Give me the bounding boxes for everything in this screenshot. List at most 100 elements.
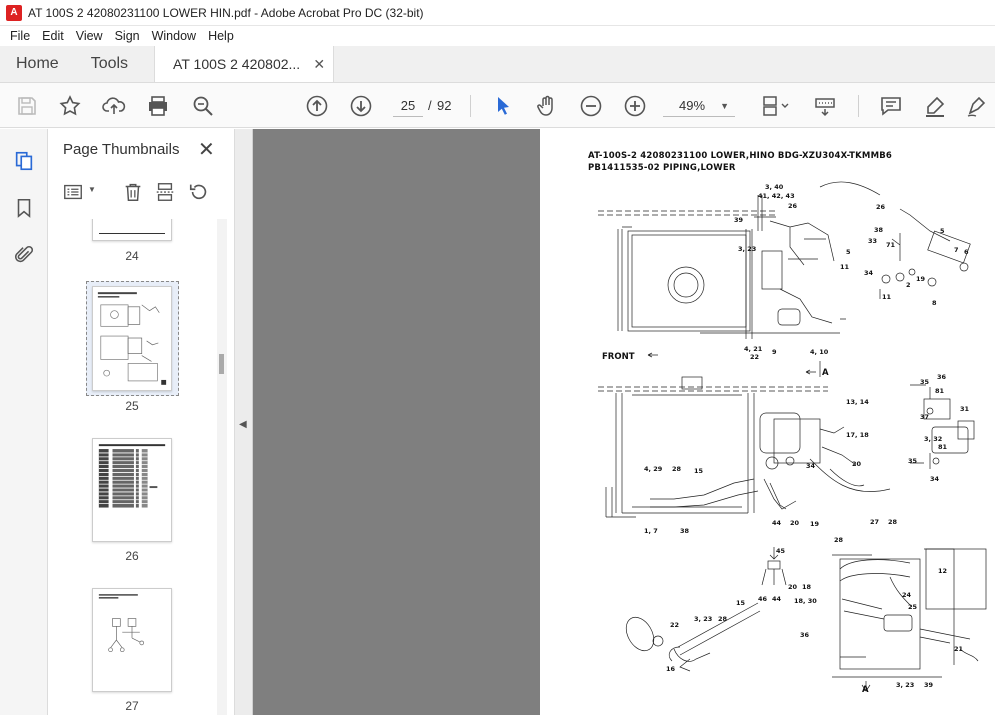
toolbar: 25 / 92 49% ▼: [0, 83, 995, 128]
svg-text:2: 2: [906, 281, 911, 289]
svg-text:19: 19: [916, 275, 926, 283]
menu-edit[interactable]: Edit: [36, 29, 70, 43]
thumbnail-page[interactable]: [92, 588, 172, 692]
sign-pen-icon[interactable]: [964, 93, 990, 119]
svg-text:28: 28: [672, 465, 682, 473]
svg-text:7: 7: [954, 246, 959, 254]
tab-document[interactable]: AT 100S 2 420802... ✕: [154, 46, 335, 82]
options-dropdown-icon[interactable]: ▼: [88, 185, 96, 194]
thumbnail-label: 25: [125, 399, 139, 413]
svg-text:39: 39: [734, 216, 744, 224]
callout-labels: 3, 40 41, 42, 43 26 39 5 3, 23 11 9 4, 2…: [602, 183, 970, 695]
chevron-down-icon: ▼: [720, 100, 729, 111]
svg-text:44: 44: [772, 519, 782, 527]
toolbar-divider: [470, 95, 471, 117]
print-icon[interactable]: [145, 93, 171, 119]
next-page-icon[interactable]: [348, 93, 374, 119]
menu-bar: File Edit View Sign Window Help: [0, 26, 995, 46]
thumbnail-label: 27: [125, 699, 139, 713]
thumbnail-page[interactable]: [92, 219, 172, 241]
zoom-search-icon[interactable]: [190, 93, 216, 119]
close-panel-icon[interactable]: ✕: [198, 137, 215, 162]
page-thumbnails-icon[interactable]: [12, 149, 36, 173]
thumbnail-page-selected[interactable]: [92, 286, 172, 391]
menu-help[interactable]: Help: [202, 29, 240, 43]
bookmarks-icon[interactable]: [12, 196, 36, 220]
rotate-page-icon[interactable]: [186, 179, 212, 205]
collapse-panel-icon[interactable]: ◀: [239, 419, 247, 430]
total-pages: 92: [437, 98, 452, 113]
thumbnail-label: 24: [125, 249, 139, 263]
page-number-input[interactable]: 25: [393, 95, 423, 117]
svg-text:3, 23: 3, 23: [896, 681, 914, 689]
delete-pages-icon[interactable]: [120, 179, 146, 205]
section-a-label-bottom: A: [862, 685, 869, 695]
svg-text:26: 26: [788, 202, 798, 210]
svg-text:3, 32: 3, 32: [924, 435, 942, 443]
attachments-icon[interactable]: [12, 243, 36, 267]
menu-window[interactable]: Window: [146, 29, 202, 43]
menu-file[interactable]: File: [4, 29, 36, 43]
svg-text:8: 8: [932, 299, 937, 307]
thumbnail-options-icon[interactable]: [60, 179, 86, 205]
document-page: AT-100S-2 42080231100 LOWER,HINO BDG-XZU…: [540, 129, 995, 715]
svg-text:28: 28: [888, 518, 898, 526]
page-separator: /: [428, 98, 432, 113]
svg-text:81: 81: [938, 443, 948, 451]
menu-view[interactable]: View: [70, 29, 109, 43]
svg-text:25: 25: [908, 603, 918, 611]
page-display-icon[interactable]: [758, 93, 794, 119]
tab-home[interactable]: Home: [0, 46, 75, 82]
svg-text:4, 21: 4, 21: [744, 345, 763, 353]
svg-text:4, 10: 4, 10: [810, 348, 829, 356]
comment-icon[interactable]: [878, 93, 904, 119]
toolbar-divider: [858, 95, 859, 117]
bookmark-star-icon[interactable]: [57, 93, 83, 119]
svg-text:3, 23: 3, 23: [738, 245, 756, 253]
svg-text:20: 20: [852, 460, 862, 468]
svg-text:21: 21: [954, 645, 964, 653]
window-title: AT 100S 2 42080231100 LOWER HIN.pdf - Ad…: [28, 5, 424, 20]
svg-text:5: 5: [940, 227, 945, 235]
svg-text:13, 14: 13, 14: [846, 398, 869, 406]
svg-text:26: 26: [876, 203, 886, 211]
zoom-out-icon[interactable]: [578, 93, 604, 119]
svg-text:27: 27: [870, 518, 879, 526]
svg-text:4, 29: 4, 29: [644, 465, 663, 473]
svg-text:17, 18: 17, 18: [846, 431, 869, 439]
highlight-pen-icon[interactable]: [922, 93, 948, 119]
panel-splitter[interactable]: ◀: [235, 129, 253, 715]
svg-text:71: 71: [886, 241, 896, 249]
close-tab-icon[interactable]: ✕: [313, 56, 325, 73]
keyboard-read-icon[interactable]: [812, 93, 838, 119]
tab-tools[interactable]: Tools: [75, 46, 144, 82]
svg-text:5: 5: [846, 248, 851, 256]
scrollbar-thumb[interactable]: [219, 354, 224, 374]
thumbnail-page[interactable]: [92, 438, 172, 542]
svg-text:22: 22: [750, 353, 759, 361]
tab-document-label: AT 100S 2 420802...: [173, 56, 301, 72]
zoom-level-select[interactable]: 49% ▼: [663, 95, 735, 117]
svg-text:81: 81: [935, 387, 945, 395]
previous-page-icon[interactable]: [304, 93, 330, 119]
svg-text:11: 11: [882, 293, 892, 301]
thumbnail-label: 26: [125, 549, 139, 563]
document-viewport[interactable]: AT-100S-2 42080231100 LOWER,HINO BDG-XZU…: [253, 129, 995, 715]
insert-pages-icon[interactable]: [152, 179, 178, 205]
svg-text:15: 15: [736, 599, 746, 607]
menu-sign[interactable]: Sign: [109, 29, 146, 43]
hand-tool-icon[interactable]: [534, 93, 560, 119]
save-icon[interactable]: [14, 93, 40, 119]
svg-text:34: 34: [864, 269, 874, 277]
svg-text:22: 22: [670, 621, 679, 629]
svg-text:1, 7: 1, 7: [644, 527, 658, 535]
svg-text:34: 34: [930, 475, 940, 483]
select-cursor-icon[interactable]: [490, 93, 516, 119]
zoom-in-icon[interactable]: [622, 93, 648, 119]
thumbnail-scrollbar[interactable]: [217, 219, 227, 715]
svg-text:33: 33: [868, 237, 877, 245]
share-upload-icon[interactable]: [101, 93, 127, 119]
svg-text:44: 44: [772, 595, 782, 603]
thumbnail-list: 24 25 26 27: [48, 219, 216, 715]
svg-text:20: 20: [788, 583, 798, 591]
